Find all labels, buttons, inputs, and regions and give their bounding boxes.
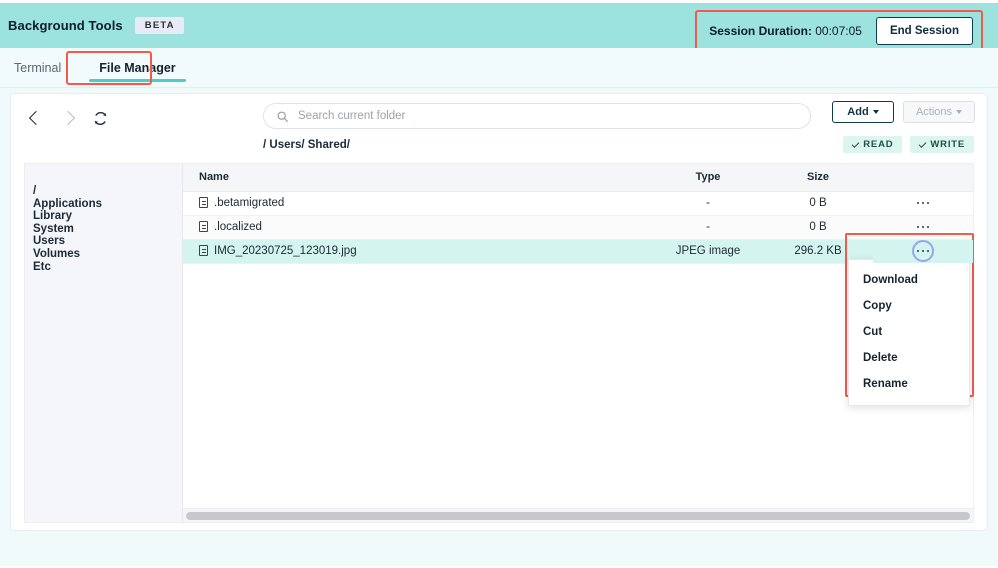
permission-badges: READ WRITE [843, 136, 974, 153]
tree-item-users[interactable]: Users [25, 235, 182, 248]
row-context-menu: Download Copy Cut Delete Rename [848, 259, 970, 406]
tree-item-root[interactable]: / [25, 185, 182, 198]
forward-button[interactable] [57, 107, 79, 129]
context-menu-item-rename[interactable]: Rename [849, 371, 969, 397]
chevron-down-icon [873, 110, 879, 114]
search-input[interactable] [298, 110, 798, 122]
table-row[interactable]: .localized - 0 B [183, 215, 973, 239]
session-panel: Session Duration: 00:07:05 End Session [695, 10, 983, 52]
context-menu-item-delete[interactable]: Delete [849, 345, 969, 371]
scrollbar-thumb[interactable] [186, 512, 970, 520]
refresh-button[interactable] [89, 107, 111, 129]
dot [922, 202, 925, 205]
session-duration-value: 00:07:05 [815, 24, 862, 38]
tree-item-applications[interactable]: Applications [25, 198, 182, 211]
file-icon [199, 221, 208, 232]
actions-button[interactable]: Actions [903, 101, 975, 123]
search-icon [276, 110, 289, 123]
file-name-text: IMG_20230725_123019.jpg [214, 245, 357, 257]
tab-file-manager-label: File Manager [99, 61, 175, 75]
app-title: Background Tools [8, 18, 123, 33]
file-size-cell: 0 B [763, 215, 873, 239]
tab-terminal-label: Terminal [14, 61, 61, 75]
app-root: Background Tools BETA Session Duration: … [0, 0, 998, 568]
write-permission-badge: WRITE [910, 136, 974, 153]
session-duration-label: Session Duration: [709, 24, 812, 38]
file-type-cell: - [653, 215, 763, 239]
table-row[interactable]: .betamigrated - 0 B [183, 191, 973, 215]
refresh-icon [93, 111, 108, 126]
actions-button-label: Actions [916, 106, 952, 118]
row-menu-button[interactable] [911, 195, 935, 211]
dot [927, 250, 930, 253]
column-header-type[interactable]: Type [653, 164, 763, 191]
file-name-cell: .localized [183, 215, 653, 239]
chevron-down-icon-actions [956, 110, 962, 114]
app-header: Background Tools BETA Session Duration: … [0, 3, 998, 48]
file-actions-cell [873, 215, 973, 239]
directory-tree: / Applications Library System Users Volu… [25, 164, 183, 522]
add-button-label: Add [847, 106, 868, 118]
tree-item-library[interactable]: Library [25, 210, 182, 223]
dot [927, 202, 930, 205]
check-icon-read [852, 140, 860, 148]
dot [917, 250, 920, 253]
tab-file-manager[interactable]: File Manager [75, 61, 199, 87]
file-actions-cell [873, 191, 973, 215]
chevron-right-icon [61, 111, 75, 125]
check-icon-write [919, 140, 927, 148]
end-session-button[interactable]: End Session [876, 17, 973, 45]
chevron-left-icon [29, 111, 43, 125]
dot [917, 202, 920, 205]
file-manager-toolbar: Add Actions [11, 94, 987, 146]
tab-terminal[interactable]: Terminal [0, 61, 75, 87]
context-menu-item-cut[interactable]: Cut [849, 319, 969, 345]
file-name-cell: .betamigrated [183, 191, 653, 215]
dot [922, 226, 925, 229]
horizontal-scrollbar[interactable] [183, 508, 973, 522]
active-tab-underline [89, 79, 185, 82]
file-icon [199, 245, 208, 256]
file-size-cell: 0 B [763, 191, 873, 215]
file-browser-body: / Applications Library System Users Volu… [24, 163, 974, 523]
tree-item-volumes[interactable]: Volumes [25, 248, 182, 261]
tab-bar: Terminal File Manager [0, 48, 998, 88]
file-icon [199, 197, 208, 208]
row-menu-button[interactable] [911, 219, 935, 235]
context-menu-item-copy[interactable]: Copy [849, 293, 969, 319]
file-actions-cell [873, 239, 973, 263]
file-table: Name Type Size .betamigrated - 0 B [183, 164, 973, 264]
read-permission-badge: READ [843, 136, 902, 153]
file-name-cell: IMG_20230725_123019.jpg [183, 239, 653, 263]
add-button[interactable]: Add [832, 101, 894, 123]
beta-badge: BETA [135, 17, 184, 34]
file-name-text: .localized [214, 221, 262, 233]
tree-item-etc[interactable]: Etc [25, 261, 182, 274]
file-type-cell: JPEG image [653, 239, 763, 263]
write-permission-label: WRITE [930, 139, 965, 150]
navigation-buttons [25, 107, 111, 129]
table-header-row: Name Type Size [183, 164, 973, 191]
column-header-name[interactable]: Name [183, 164, 653, 191]
search-box[interactable] [263, 103, 811, 129]
context-menu-item-download[interactable]: Download [849, 267, 969, 293]
breadcrumb[interactable]: / Users/ Shared/ [263, 139, 350, 151]
dot [927, 226, 930, 229]
tree-item-system[interactable]: System [25, 223, 182, 236]
file-manager-card: Add Actions / Users/ Shared/ READ WRITE [10, 93, 988, 531]
row-menu-button-active[interactable] [912, 240, 934, 262]
column-header-size[interactable]: Size [763, 164, 873, 191]
back-button[interactable] [25, 107, 47, 129]
read-permission-label: READ [863, 139, 893, 150]
dot [922, 250, 925, 253]
file-type-cell: - [653, 191, 763, 215]
column-header-actions [873, 164, 973, 191]
file-name-text: .betamigrated [214, 197, 284, 209]
dot [917, 226, 920, 229]
session-duration-text: Session Duration: 00:07:05 [709, 24, 862, 38]
